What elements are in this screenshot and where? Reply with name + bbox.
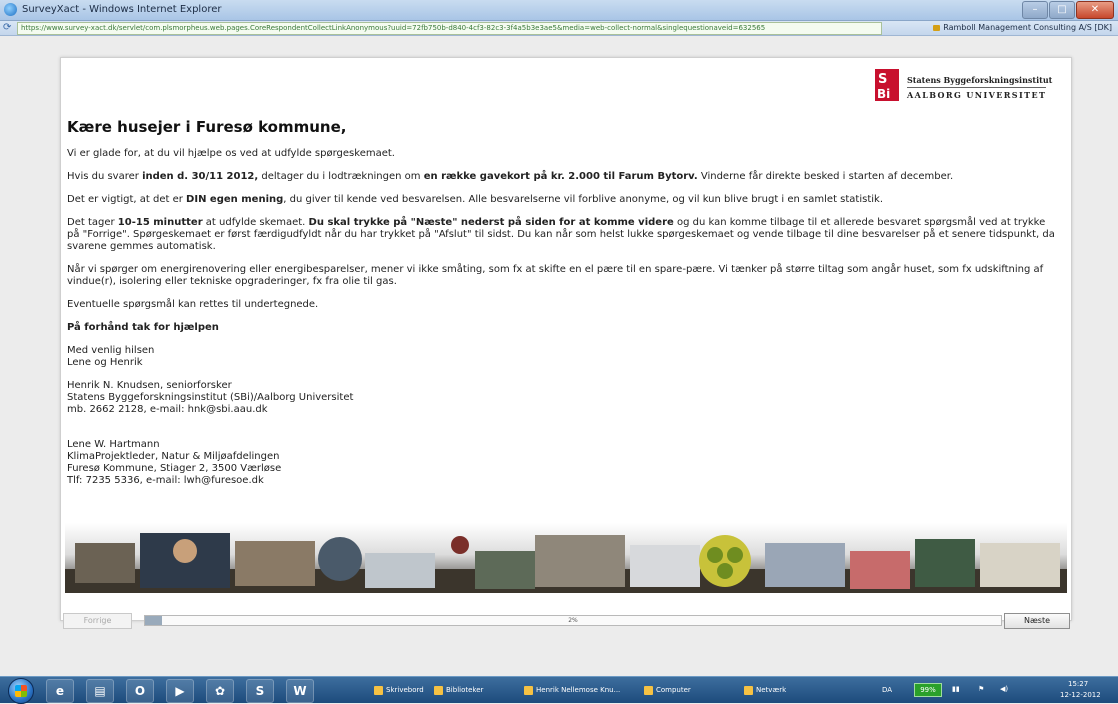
taskbar-item-label: Skrivebord bbox=[386, 686, 424, 694]
taskbar-item-label: Computer bbox=[656, 686, 691, 694]
lottery-paragraph: Hvis du svarer inden d. 30/11 2012, delt… bbox=[67, 171, 1057, 183]
text: Det tager bbox=[67, 217, 118, 228]
system-tray: DA 99% ▮▮ ⚑ ◀) 15:27 12-12-2012 bbox=[878, 677, 1118, 703]
contact-line: Henrik N. Knudsen, seniorforsker bbox=[67, 380, 232, 391]
text: Vinderne får direkte besked i starten af… bbox=[697, 171, 954, 182]
survey-intro: Kære husejer i Furesø kommune, Vi er gla… bbox=[67, 118, 1057, 498]
photo-collage-banner bbox=[65, 523, 1067, 593]
close-button[interactable]: ✕ bbox=[1076, 1, 1114, 19]
ie-icon[interactable]: e bbox=[46, 679, 74, 703]
folder-icon bbox=[744, 685, 753, 695]
next-instruction-text: Du skal trykke på "Næste" nederst på sid… bbox=[308, 217, 674, 228]
page-viewport: S Bi Statens Byggeforskningsinstitut AAL… bbox=[0, 36, 1118, 676]
opinion-paragraph: Det er vigtigt, at det er DIN egen menin… bbox=[67, 194, 1057, 206]
folder-icon bbox=[524, 685, 533, 695]
logo-line-2: AALBORG UNIVERSITET bbox=[907, 87, 1047, 100]
action-center-icon[interactable]: ⚑ bbox=[978, 685, 984, 693]
taskbar-item[interactable]: Henrik Nellemose Knu... bbox=[520, 679, 620, 701]
folder-icon bbox=[374, 685, 383, 695]
questions-paragraph: Eventuelle spørgsmål kan rettes til unde… bbox=[67, 299, 319, 310]
progress-label: 2% bbox=[568, 617, 578, 624]
internet-explorer-icon bbox=[4, 3, 17, 16]
language-indicator[interactable]: DA bbox=[882, 686, 892, 694]
taskbar-item-label: Biblioteker bbox=[446, 686, 484, 694]
windows-media-icon[interactable]: ▶ bbox=[166, 679, 194, 703]
url-field[interactable]: https://www.survey-xact.dk/servlet/com.p… bbox=[17, 22, 882, 35]
windows-logo-icon bbox=[15, 685, 27, 697]
network-icon[interactable]: ▮▮ bbox=[952, 685, 960, 693]
greeting-line: Lene og Henrik bbox=[67, 357, 143, 368]
taskbar-item-label: Netværk bbox=[756, 686, 787, 694]
contact-line: Statens Byggeforskningsinstitut (SBi)/Aa… bbox=[67, 392, 354, 403]
security-label: Ramboll Management Consulting A/S [DK] bbox=[943, 23, 1112, 32]
thanks-text: På forhånd tak for hjælpen bbox=[67, 322, 219, 333]
volume-icon[interactable]: ◀) bbox=[1000, 685, 1008, 693]
text: , du giver til kende ved besvarelsen. Al… bbox=[283, 194, 884, 205]
security-identity[interactable]: Ramboll Management Consulting A/S [DK] bbox=[933, 22, 1112, 34]
explorer-icon[interactable]: ▤ bbox=[86, 679, 114, 703]
instructions-paragraph: Det tager 10-15 minutter at udfylde skem… bbox=[67, 217, 1057, 253]
prize-text: en række gavekort på kr. 2.000 til Farum… bbox=[423, 171, 698, 182]
folder-icon bbox=[434, 685, 443, 695]
lock-icon bbox=[933, 24, 941, 31]
page-title: Kære husejer i Furesø kommune, bbox=[67, 118, 347, 136]
battery-indicator[interactable]: 99% bbox=[914, 683, 942, 697]
survey-content-panel: S Bi Statens Byggeforskningsinstitut AAL… bbox=[60, 57, 1072, 621]
maximize-button[interactable]: □ bbox=[1049, 1, 1075, 19]
greeting-line: Med venlig hilsen bbox=[67, 345, 155, 356]
contact-lene: Lene W. Hartmann KlimaProjektleder, Natu… bbox=[67, 439, 1057, 487]
start-button[interactable] bbox=[8, 678, 34, 704]
thanks-line: På forhånd tak for hjælpen bbox=[67, 322, 1057, 334]
intro-paragraph: Vi er glade for, at du vil hjælpe os ved… bbox=[67, 148, 395, 159]
taskbar-item[interactable]: Biblioteker bbox=[430, 679, 483, 701]
paint-icon[interactable]: ✿ bbox=[206, 679, 234, 703]
sbi-logo: S Bi Statens Byggeforskningsinstitut AAL… bbox=[875, 69, 1065, 103]
window-title: SurveyXact - Windows Internet Explorer bbox=[22, 4, 222, 15]
contact-line: mb. 2662 2128, e-mail: hnk@sbi.aau.dk bbox=[67, 404, 268, 415]
address-bar: ⟳ https://www.survey-xact.dk/servlet/com… bbox=[0, 21, 1118, 36]
folder-icon bbox=[644, 685, 653, 695]
text: at udfylde skemaet. bbox=[202, 217, 309, 228]
progress-bar: 2% bbox=[144, 615, 1002, 626]
svg-text:Bi: Bi bbox=[877, 87, 890, 101]
minimize-button[interactable]: – bbox=[1022, 1, 1048, 19]
greeting: Med venlig hilsen Lene og Henrik bbox=[67, 345, 1057, 369]
next-button[interactable]: Næste bbox=[1004, 613, 1070, 629]
taskbar-item-label: Henrik Nellemose Knu... bbox=[536, 686, 621, 694]
contact-line: Lene W. Hartmann bbox=[67, 439, 160, 450]
svg-text:S: S bbox=[878, 72, 887, 87]
deadline-text: inden d. 30/11 2012, bbox=[142, 171, 259, 182]
contact-line: KlimaProjektleder, Natur & Miljøafdeling… bbox=[67, 451, 280, 462]
previous-button[interactable]: Forrige bbox=[63, 613, 132, 629]
duration-text: 10-15 minutter bbox=[117, 217, 203, 228]
survey-navigation: Forrige 2% Næste bbox=[60, 611, 1072, 629]
sbi-logo-mark-icon: S Bi bbox=[875, 69, 899, 101]
text: Hvis du svarer bbox=[67, 171, 143, 182]
outlook-icon[interactable]: O bbox=[126, 679, 154, 703]
taskbar-item[interactable]: Netværk bbox=[740, 679, 786, 701]
logo-line-1: Statens Byggeforskningsinstitut bbox=[907, 75, 1053, 85]
window-controls: – □ ✕ bbox=[1022, 1, 1114, 19]
contact-line: Furesø Kommune, Stiager 2, 3500 Værløse bbox=[67, 463, 282, 474]
text: Det er vigtigt, at det er bbox=[67, 194, 187, 205]
contact-line: Tlf: 7235 5336, e-mail: lwh@furesoe.dk bbox=[67, 475, 264, 486]
refresh-icon[interactable]: ⟳ bbox=[3, 22, 15, 34]
word-icon[interactable]: W bbox=[286, 679, 314, 703]
clock-time[interactable]: 15:27 bbox=[1068, 680, 1088, 688]
clock-date[interactable]: 12-12-2012 bbox=[1060, 691, 1101, 699]
taskbar-item[interactable]: Skrivebord bbox=[370, 679, 424, 701]
skype-icon[interactable]: S bbox=[246, 679, 274, 703]
contact-henrik: Henrik N. Knudsen, seniorforsker Statens… bbox=[67, 380, 1057, 416]
emphasis-text: DIN egen mening bbox=[186, 194, 284, 205]
text: deltager du i lodtrækningen om bbox=[258, 171, 424, 182]
definition-paragraph: Når vi spørger om energirenovering eller… bbox=[67, 264, 1044, 287]
windows-taskbar: e ▤ O ▶ ✿ S W Skrivebord Biblioteker Henrik Nell… bbox=[0, 676, 1118, 704]
window-title-bar: SurveyXact - Windows Internet Explorer –… bbox=[0, 0, 1118, 21]
taskbar-item[interactable]: Computer bbox=[640, 679, 691, 701]
